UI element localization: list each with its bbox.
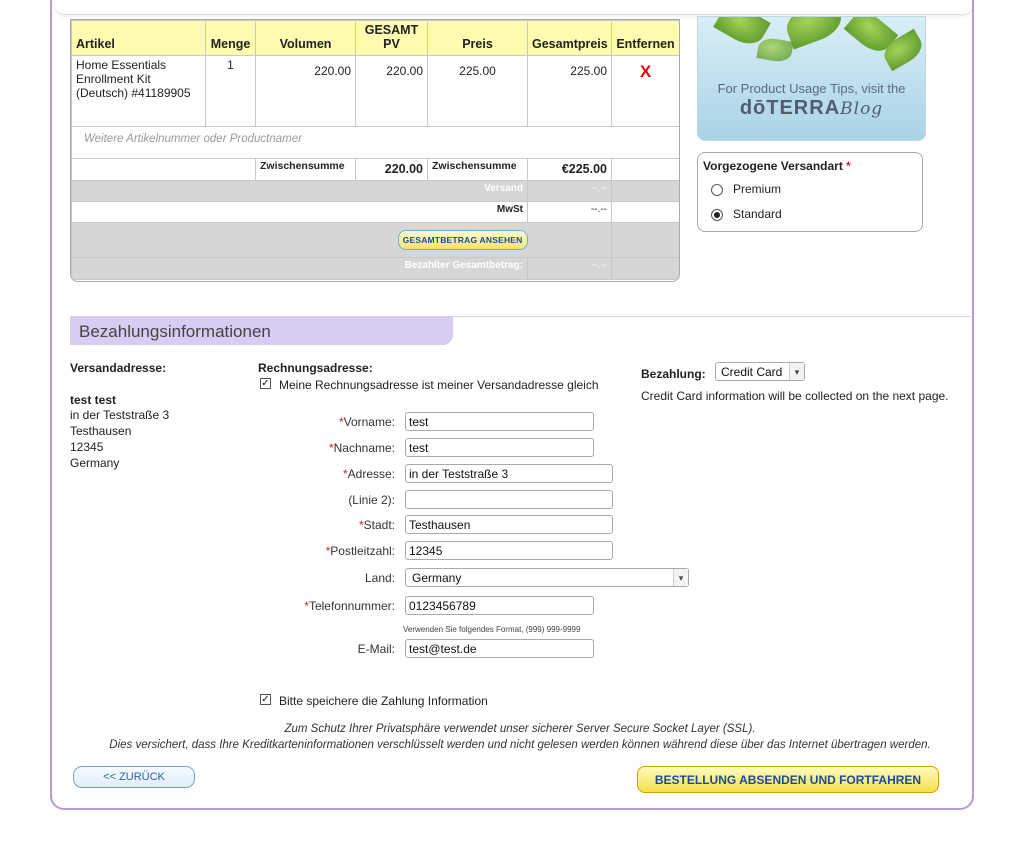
linie2-label: (Linie 2): (348, 493, 395, 507)
shipping-zip: 12345 (70, 440, 104, 454)
nachname-input[interactable]: test (405, 438, 594, 457)
item-name: Home Essentials Enrollment Kit (Deutsch)… (71, 55, 206, 127)
payment-label: Bezahlung: (641, 367, 706, 381)
item-volume: 220.00 (255, 55, 356, 127)
shipping-city: Testhausen (70, 424, 132, 438)
item-total-price: 225.00 (527, 55, 612, 127)
cart-table: Artikel Menge Volumen GESAMT PV Preis Ge… (70, 19, 680, 282)
shipping-country: Germany (70, 456, 120, 470)
leaf-icon (756, 36, 794, 64)
section-divider (453, 316, 970, 317)
vorname-input[interactable]: test (405, 412, 594, 431)
paid-total-row: Bezahlter Gesamtbetrag: --.-- (71, 257, 679, 280)
plz-label: *Postleitzahl: (325, 544, 395, 558)
header-gesamtpreis: Gesamtpreis (527, 20, 612, 56)
header-entfernen: Entfernen (611, 20, 679, 56)
paid-total-label: Bezahlter Gesamtbetrag: (71, 257, 528, 280)
sku-search-input[interactable]: Weitere Artikelnummer oder Productnamer (71, 126, 679, 159)
linie2-input[interactable] (405, 490, 613, 509)
adresse-label: *Adresse: (342, 467, 395, 481)
subtotal-price: €225.00 (527, 158, 612, 181)
view-total-button[interactable]: GESAMTBETRAG ANSEHEN (397, 230, 528, 250)
table-row: Home Essentials Enrollment Kit (Deutsch)… (71, 55, 679, 127)
vorname-label: *Vorname: (338, 415, 395, 429)
telefon-label: *Telefonnummer: (304, 599, 395, 613)
country-select[interactable]: Germany ▾ (405, 568, 689, 587)
telefon-input[interactable]: 0123456789 (405, 596, 594, 615)
shipping-method-box: Vorgezogene Versandart * Premium Standar… (697, 152, 923, 232)
subtotal-pv: 220.00 (355, 158, 428, 181)
header-volumen: Volumen (255, 20, 356, 56)
email-label: E-Mail: (357, 642, 395, 656)
submit-order-button[interactable]: BESTELLUNG ABSENDEN UND FORTFAHREN (637, 766, 939, 793)
email-input[interactable]: test@test.de (405, 639, 594, 658)
nachname-label: *Nachname: (328, 441, 395, 455)
land-label: Land: (364, 571, 395, 585)
billing-address-label: Rechnungsadresse: (258, 361, 373, 375)
item-qty: 1 (205, 55, 256, 127)
shipping-value: --.-- (527, 180, 612, 202)
subtotal-label-pv: Zwischensumme (255, 158, 356, 181)
save-payment-checkbox[interactable]: ✓ (260, 694, 271, 705)
phone-format-hint: Verwenden Sie folgendes Format, (999) 99… (403, 625, 581, 634)
premium-radio[interactable] (711, 184, 723, 196)
shipping-row: Versand --.-- (71, 180, 679, 202)
stadt-label: *Stadt: (358, 518, 395, 532)
paid-total-value: --.-- (527, 257, 612, 280)
ssl-notice-line1: Zum Schutz Ihrer Privatsphäre verwendet … (284, 723, 756, 735)
tax-value: --.-- (527, 201, 612, 223)
remove-item-button[interactable]: X (616, 62, 675, 82)
same-address-checkbox[interactable]: ✓ (260, 378, 271, 389)
tax-label: MwSt (71, 201, 528, 223)
item-price: 225.00 (427, 55, 528, 127)
header-preis: Preis (427, 20, 528, 56)
same-address-label[interactable]: Meine Rechnungsadresse ist meiner Versan… (279, 378, 599, 392)
header-artikel: Artikel (71, 20, 206, 56)
sku-row: Weitere Artikelnummer oder Productnamer (71, 126, 679, 159)
shipping-method-title: Vorgezogene Versandart * (703, 159, 851, 173)
header-gesamt-pv: GESAMT PV (355, 20, 428, 56)
shipping-address-label: Versandadresse: (70, 361, 167, 375)
back-button[interactable]: << ZURÜCK (73, 766, 195, 788)
header-menge: Menge (205, 20, 256, 56)
payment-section-header: Bezahlungsinformationen (70, 316, 453, 345)
remove-cell: X (611, 55, 679, 127)
plz-input[interactable]: 12345 (405, 541, 613, 560)
shipping-street: in der Teststraße 3 (70, 408, 170, 422)
payment-method-select[interactable]: Credit Card ▾ (715, 362, 805, 381)
item-total-pv: 220.00 (355, 55, 428, 127)
payment-note: Credit Card information will be collecte… (641, 389, 949, 403)
blog-brand: dōTERRABlog (739, 97, 884, 119)
section-title: Bezahlungsinformationen (79, 322, 271, 341)
premium-label[interactable]: Premium (733, 182, 781, 196)
subtotal-label-price: Zwischensumme (427, 158, 528, 181)
view-total-row: GESAMTBETRAG ANSEHEN (71, 222, 679, 258)
subtotal-row: Zwischensumme 220.00 Zwischensumme €225.… (71, 158, 679, 181)
shipping-label: Versand (71, 180, 528, 202)
chevron-down-icon: ▾ (789, 363, 804, 380)
save-payment-label[interactable]: Bitte speichere die Zahlung Information (279, 694, 488, 708)
adresse-input[interactable]: in der Teststraße 3 (405, 464, 613, 483)
chevron-down-icon: ▾ (673, 569, 688, 586)
standard-label[interactable]: Standard (733, 207, 782, 221)
tax-row: MwSt --.-- (71, 201, 679, 223)
standard-radio[interactable] (711, 209, 723, 221)
top-panel-edge (55, 0, 973, 15)
blog-tagline: For Product Usage Tips, visit the (717, 81, 906, 96)
cart-header-row: Artikel Menge Volumen GESAMT PV Preis Ge… (71, 20, 679, 56)
ssl-notice-line2: Dies versichert, dass Ihre Kreditkarteni… (109, 739, 931, 751)
stadt-input[interactable]: Testhausen (405, 515, 613, 534)
doterra-blog-banner[interactable]: For Product Usage Tips, visit the dōTERR… (697, 16, 926, 141)
shipping-name: test test (70, 393, 117, 407)
